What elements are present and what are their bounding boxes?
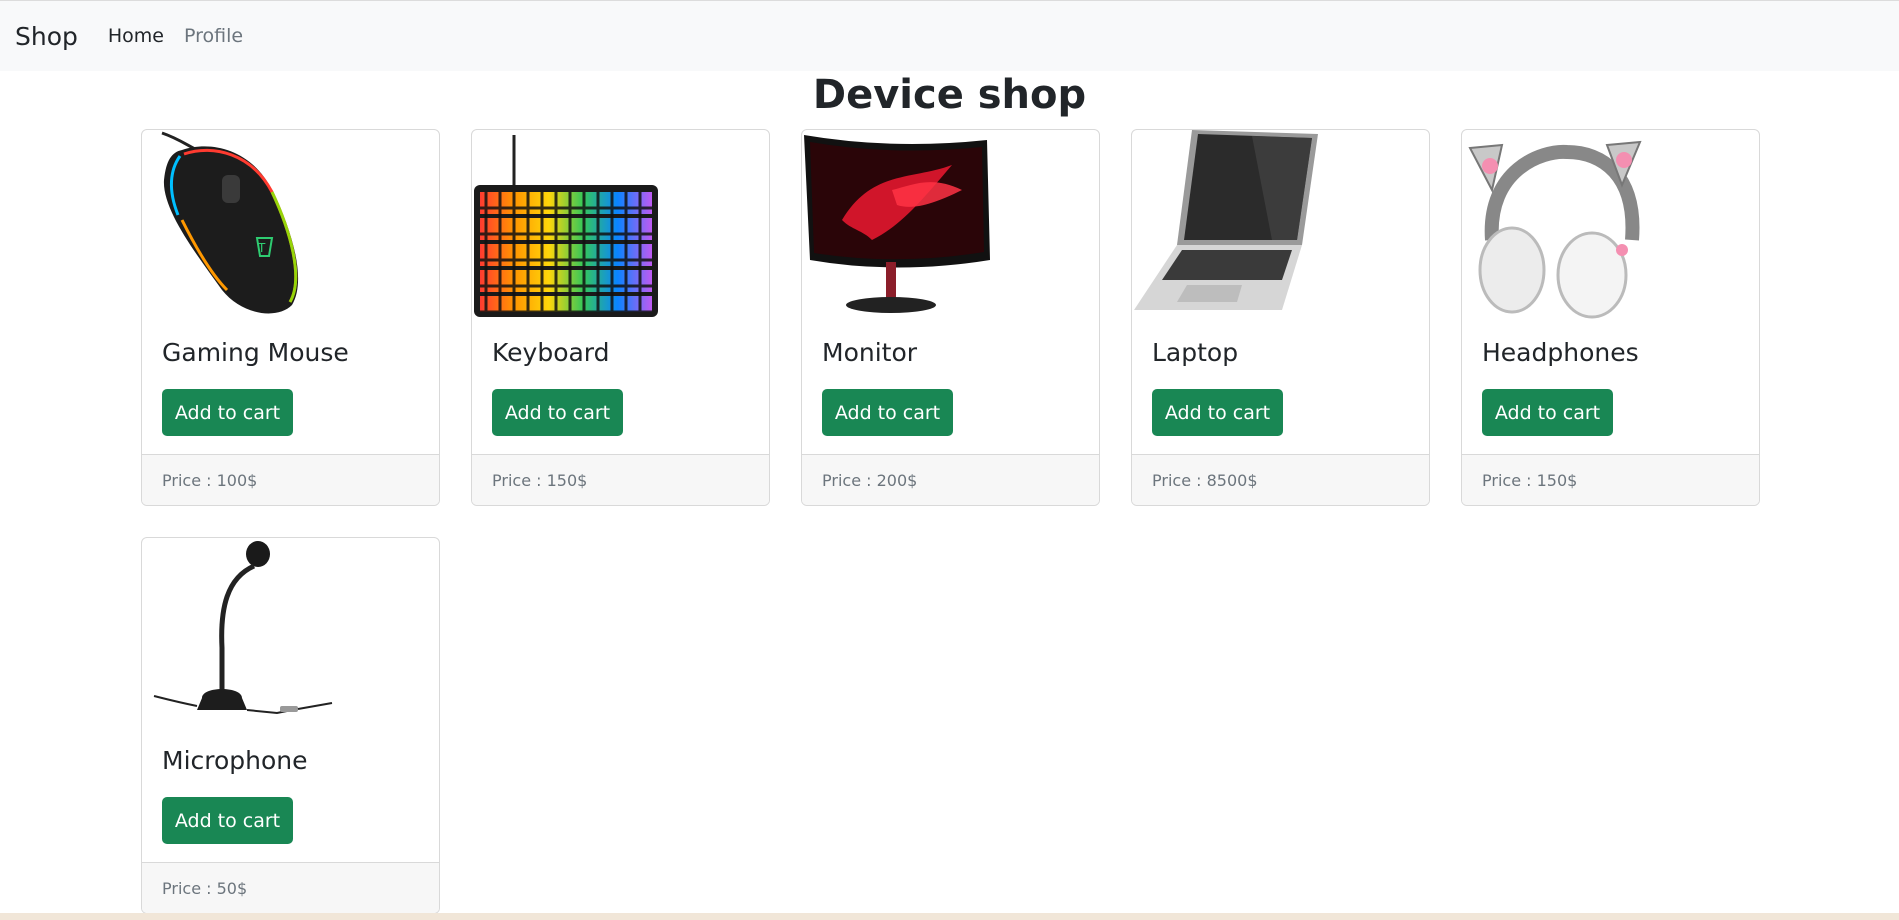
- add-to-cart-button[interactable]: Add to cart: [162, 389, 293, 436]
- product-name: Headphones: [1482, 338, 1639, 367]
- product-price: Price : 200$: [802, 454, 1099, 505]
- product-card: Keyboard Add to cart Price : 150$: [471, 129, 770, 506]
- product-name: Laptop: [1152, 338, 1239, 367]
- product-card: T Gaming Mouse Add to cart Price : 100$: [141, 129, 440, 506]
- laptop-image: [1132, 130, 1429, 320]
- microphone-image: [142, 538, 439, 728]
- product-name: Monitor: [822, 338, 918, 367]
- add-to-cart-button[interactable]: Add to cart: [162, 797, 293, 844]
- keyboard-image: [472, 130, 769, 320]
- headphones-image: [1462, 130, 1759, 320]
- add-to-cart-button[interactable]: Add to cart: [822, 389, 953, 436]
- product-name: Microphone: [162, 746, 308, 775]
- product-name: Gaming Mouse: [162, 338, 349, 367]
- product-price: Price : 50$: [142, 862, 439, 913]
- svg-text:T: T: [257, 241, 266, 255]
- product-card: Laptop Add to cart Price : 8500$: [1131, 129, 1430, 506]
- gaming-mouse-image: T: [142, 130, 439, 320]
- nav-link-home[interactable]: Home: [108, 25, 164, 47]
- product-price: Price : 150$: [1462, 454, 1759, 505]
- bottom-edge: [0, 913, 1899, 920]
- brand-logo[interactable]: Shop: [15, 22, 78, 51]
- product-card: Microphone Add to cart Price : 50$: [141, 537, 440, 914]
- page-title: Device shop: [812, 72, 1087, 118]
- product-price: Price : 150$: [472, 454, 769, 505]
- product-price: Price : 100$: [142, 454, 439, 505]
- monitor-image: [802, 130, 1099, 320]
- add-to-cart-button[interactable]: Add to cart: [1152, 389, 1283, 436]
- product-name: Keyboard: [492, 338, 610, 367]
- add-to-cart-button[interactable]: Add to cart: [1482, 389, 1613, 436]
- add-to-cart-button[interactable]: Add to cart: [492, 389, 623, 436]
- nav-link-profile[interactable]: Profile: [184, 25, 243, 47]
- navbar: Shop Home Profile: [0, 0, 1899, 71]
- product-card: Headphones Add to cart Price : 150$: [1461, 129, 1760, 506]
- product-card: Monitor Add to cart Price : 200$: [801, 129, 1100, 506]
- product-price: Price : 8500$: [1132, 454, 1429, 505]
